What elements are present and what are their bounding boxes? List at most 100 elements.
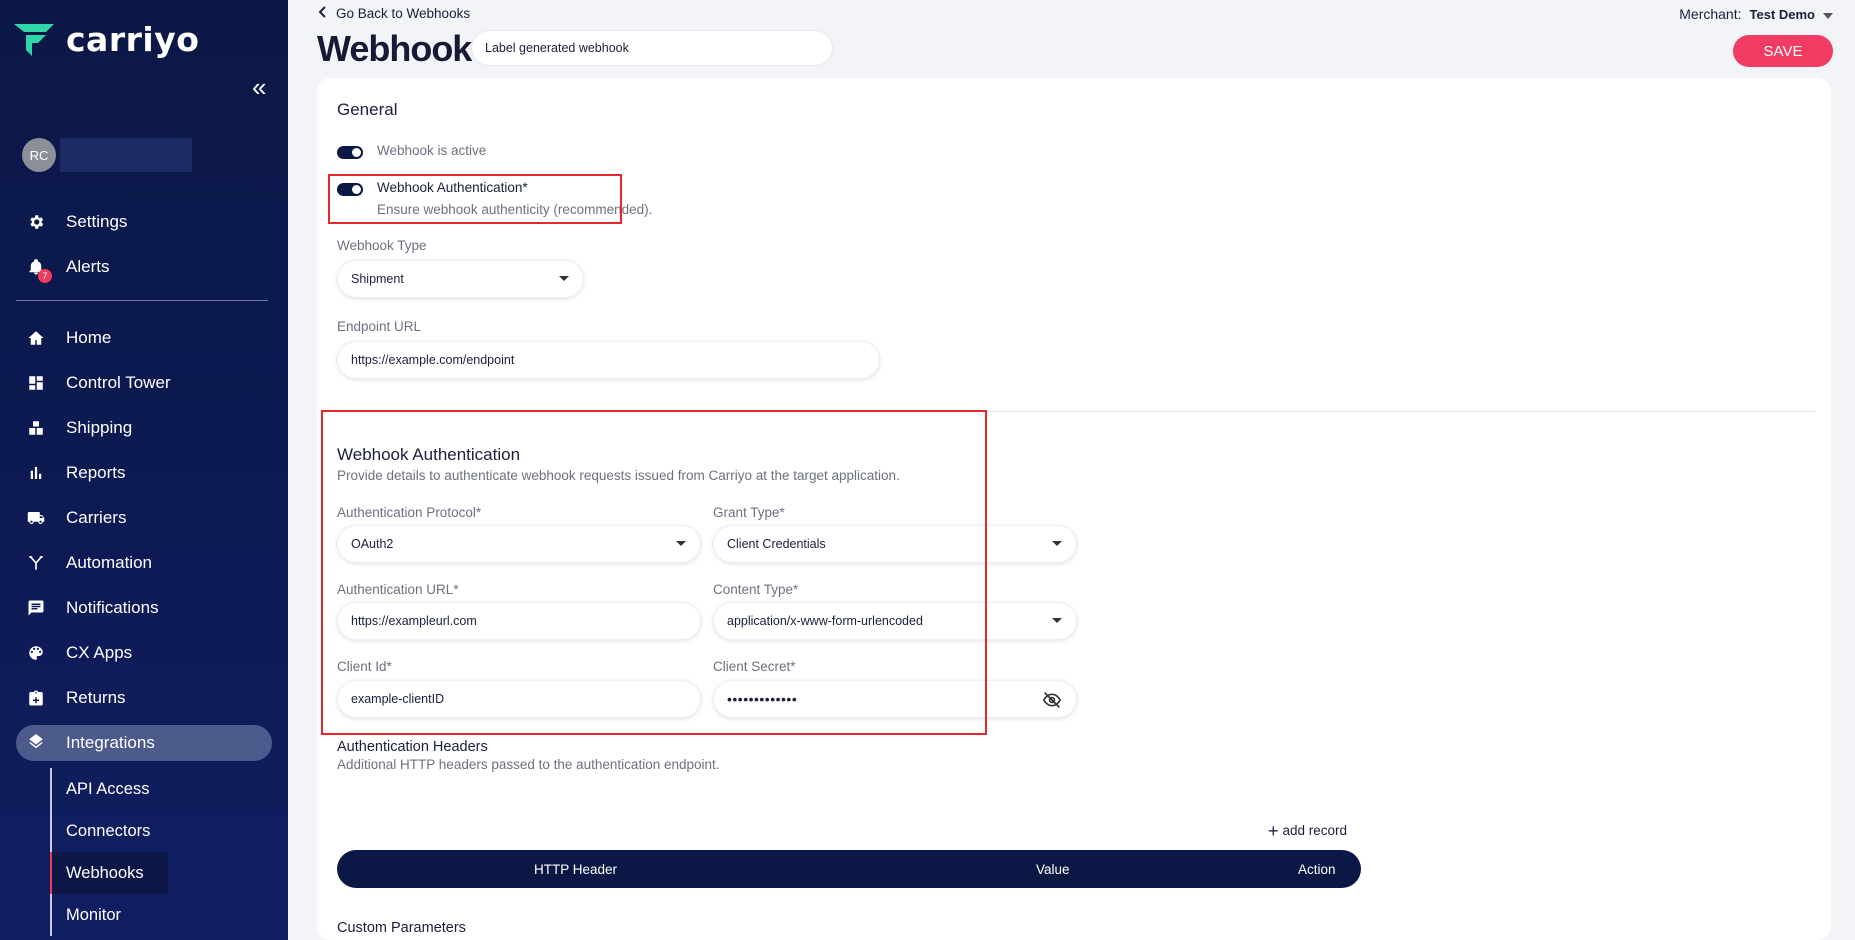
auth-url-input[interactable]: https://exampleurl.com [337,602,701,640]
grant-type-value: Client Credentials [727,537,826,551]
sidebar-item-label: Notifications [66,598,159,617]
collapse-sidebar-icon[interactable]: « [252,74,272,100]
content-type-label: Content Type* [713,582,799,597]
sidebar-item-automation[interactable]: Automation [16,545,272,581]
auth-headers-description: Additional HTTP headers passed to the au… [337,757,720,772]
fork-icon [26,553,46,573]
user-profile[interactable]: RC [22,138,192,172]
webhook-type-value: Shipment [351,272,404,286]
auth-section-description: Provide details to authenticate webhook … [337,468,900,483]
grant-type-select[interactable]: Client Credentials [713,525,1077,563]
carriyo-logo[interactable]: carriyo [12,20,199,59]
auth-section-heading: Webhook Authentication [337,445,521,464]
back-link-label: Go Back to Webhooks [336,6,471,21]
content-type-value: application/x-www-form-urlencoded [727,614,923,628]
caret-down-icon [676,541,686,546]
subnav-item-connectors[interactable]: Connectors [50,810,230,852]
sidebar-item-label: Shipping [66,418,133,437]
back-to-webhooks-link[interactable]: Go Back to Webhooks [318,6,470,21]
client-secret-value: ••••••••••••• [727,691,798,707]
sidebar-item-label: Home [66,328,112,347]
bar-chart-icon [26,463,46,483]
webhook-active-label: Webhook is active [377,143,487,158]
sidebar-item-label: Settings [66,212,128,231]
grant-type-label: Grant Type* [713,505,785,520]
caret-down-icon [1823,6,1833,22]
alerts-count-badge: 7 [38,269,52,283]
sidebar-item-settings[interactable]: Settings [16,204,272,240]
column-header-action: Action [1298,862,1336,877]
client-secret-input[interactable]: ••••••••••••• [713,680,1077,718]
webhook-auth-row: Webhook Authentication* Ensure webhook a… [337,180,652,217]
add-record-label: add record [1282,823,1348,838]
merchant-label: Merchant: [1679,6,1742,22]
add-record-button[interactable]: + add record [1268,820,1348,841]
sidebar-item-notifications[interactable]: Notifications [16,590,272,626]
dashboard-icon [26,373,46,393]
webhook-auth-label: Webhook Authentication* [377,180,528,195]
auth-headers-table-header: HTTP Header Value Action [337,850,1361,888]
home-icon [26,328,46,348]
chevron-left-icon [318,6,326,21]
merchant-value: Test Demo [1749,6,1816,22]
sidebar-item-label: CX Apps [66,643,133,662]
caret-down-icon [1052,541,1062,546]
sidebar-item-shipping[interactable]: Shipping [16,410,272,446]
sidebar-item-carriers[interactable]: Carriers [16,500,272,536]
auth-protocol-value: OAuth2 [351,537,394,551]
subnav-item-api-access[interactable]: API Access [50,768,230,810]
webhook-form-card: General Webhook is active Webhook Authen… [317,78,1831,940]
page-title: Webhook [317,28,472,69]
sidebar-item-cx-apps[interactable]: CX Apps [16,635,272,671]
subnav-item-webhooks[interactable]: Webhooks [50,852,168,894]
caret-down-icon [559,276,569,281]
webhook-auth-sublabel: Ensure webhook authenticity (recommended… [377,202,653,217]
auth-headers-heading: Authentication Headers [337,739,488,755]
auth-protocol-select[interactable]: OAuth2 [337,525,701,563]
auth-url-value: https://exampleurl.com [351,614,477,628]
palette-icon [26,643,46,663]
column-header-value: Value [1036,862,1070,877]
client-id-input[interactable]: example-clientID [337,680,701,718]
subnav-item-monitor[interactable]: Monitor [50,894,230,936]
content-type-select[interactable]: application/x-www-form-urlencoded [713,602,1077,640]
layers-icon [26,733,46,753]
eye-off-icon[interactable] [1042,691,1062,709]
plus-icon: + [1268,820,1279,841]
sidebar-item-control-tower[interactable]: Control Tower [16,365,272,401]
endpoint-url-label: Endpoint URL [337,319,422,334]
save-button[interactable]: SAVE [1733,35,1833,67]
sidebar-item-integrations[interactable]: Integrations [16,725,272,761]
merchant-selector[interactable]: Merchant: Test Demo [1679,6,1833,22]
sidebar-item-label: Automation [66,553,152,572]
sidebar-item-reports[interactable]: Reports [16,455,272,491]
webhook-active-row: Webhook is active [337,143,486,159]
sidebar-item-label: Control Tower [66,373,171,392]
bell-icon: 7 [26,257,52,283]
user-name-placeholder [60,138,192,172]
brand-name: carriyo [66,20,200,59]
webhook-label-input[interactable] [471,30,833,66]
return-box-icon [26,688,46,708]
custom-parameters-heading: Custom Parameters [337,920,466,936]
general-heading: General [337,100,398,119]
endpoint-url-value: https://example.com/endpoint [351,353,515,367]
sidebar-divider [16,300,268,301]
sidebar-item-alerts[interactable]: 7 Alerts [16,249,272,285]
avatar: RC [22,138,56,172]
sidebar-item-label: Returns [66,688,126,707]
gear-icon [26,212,46,232]
webhook-auth-toggle[interactable] [337,183,363,196]
integrations-subnav: API Access Connectors Webhooks Monitor [50,768,230,936]
client-secret-label: Client Secret* [713,659,796,674]
client-id-value: example-clientID [351,692,445,706]
client-id-label: Client Id* [337,659,392,674]
sidebar-item-label: Carriers [66,508,127,527]
webhook-active-toggle[interactable] [337,146,363,159]
endpoint-url-input[interactable]: https://example.com/endpoint [337,341,880,379]
sidebar-item-home[interactable]: Home [16,320,272,356]
sidebar-item-returns[interactable]: Returns [16,680,272,716]
nav-top: Settings 7 Alerts [16,204,272,285]
webhook-type-select[interactable]: Shipment [337,260,584,298]
sidebar-item-label: Integrations [66,733,155,752]
